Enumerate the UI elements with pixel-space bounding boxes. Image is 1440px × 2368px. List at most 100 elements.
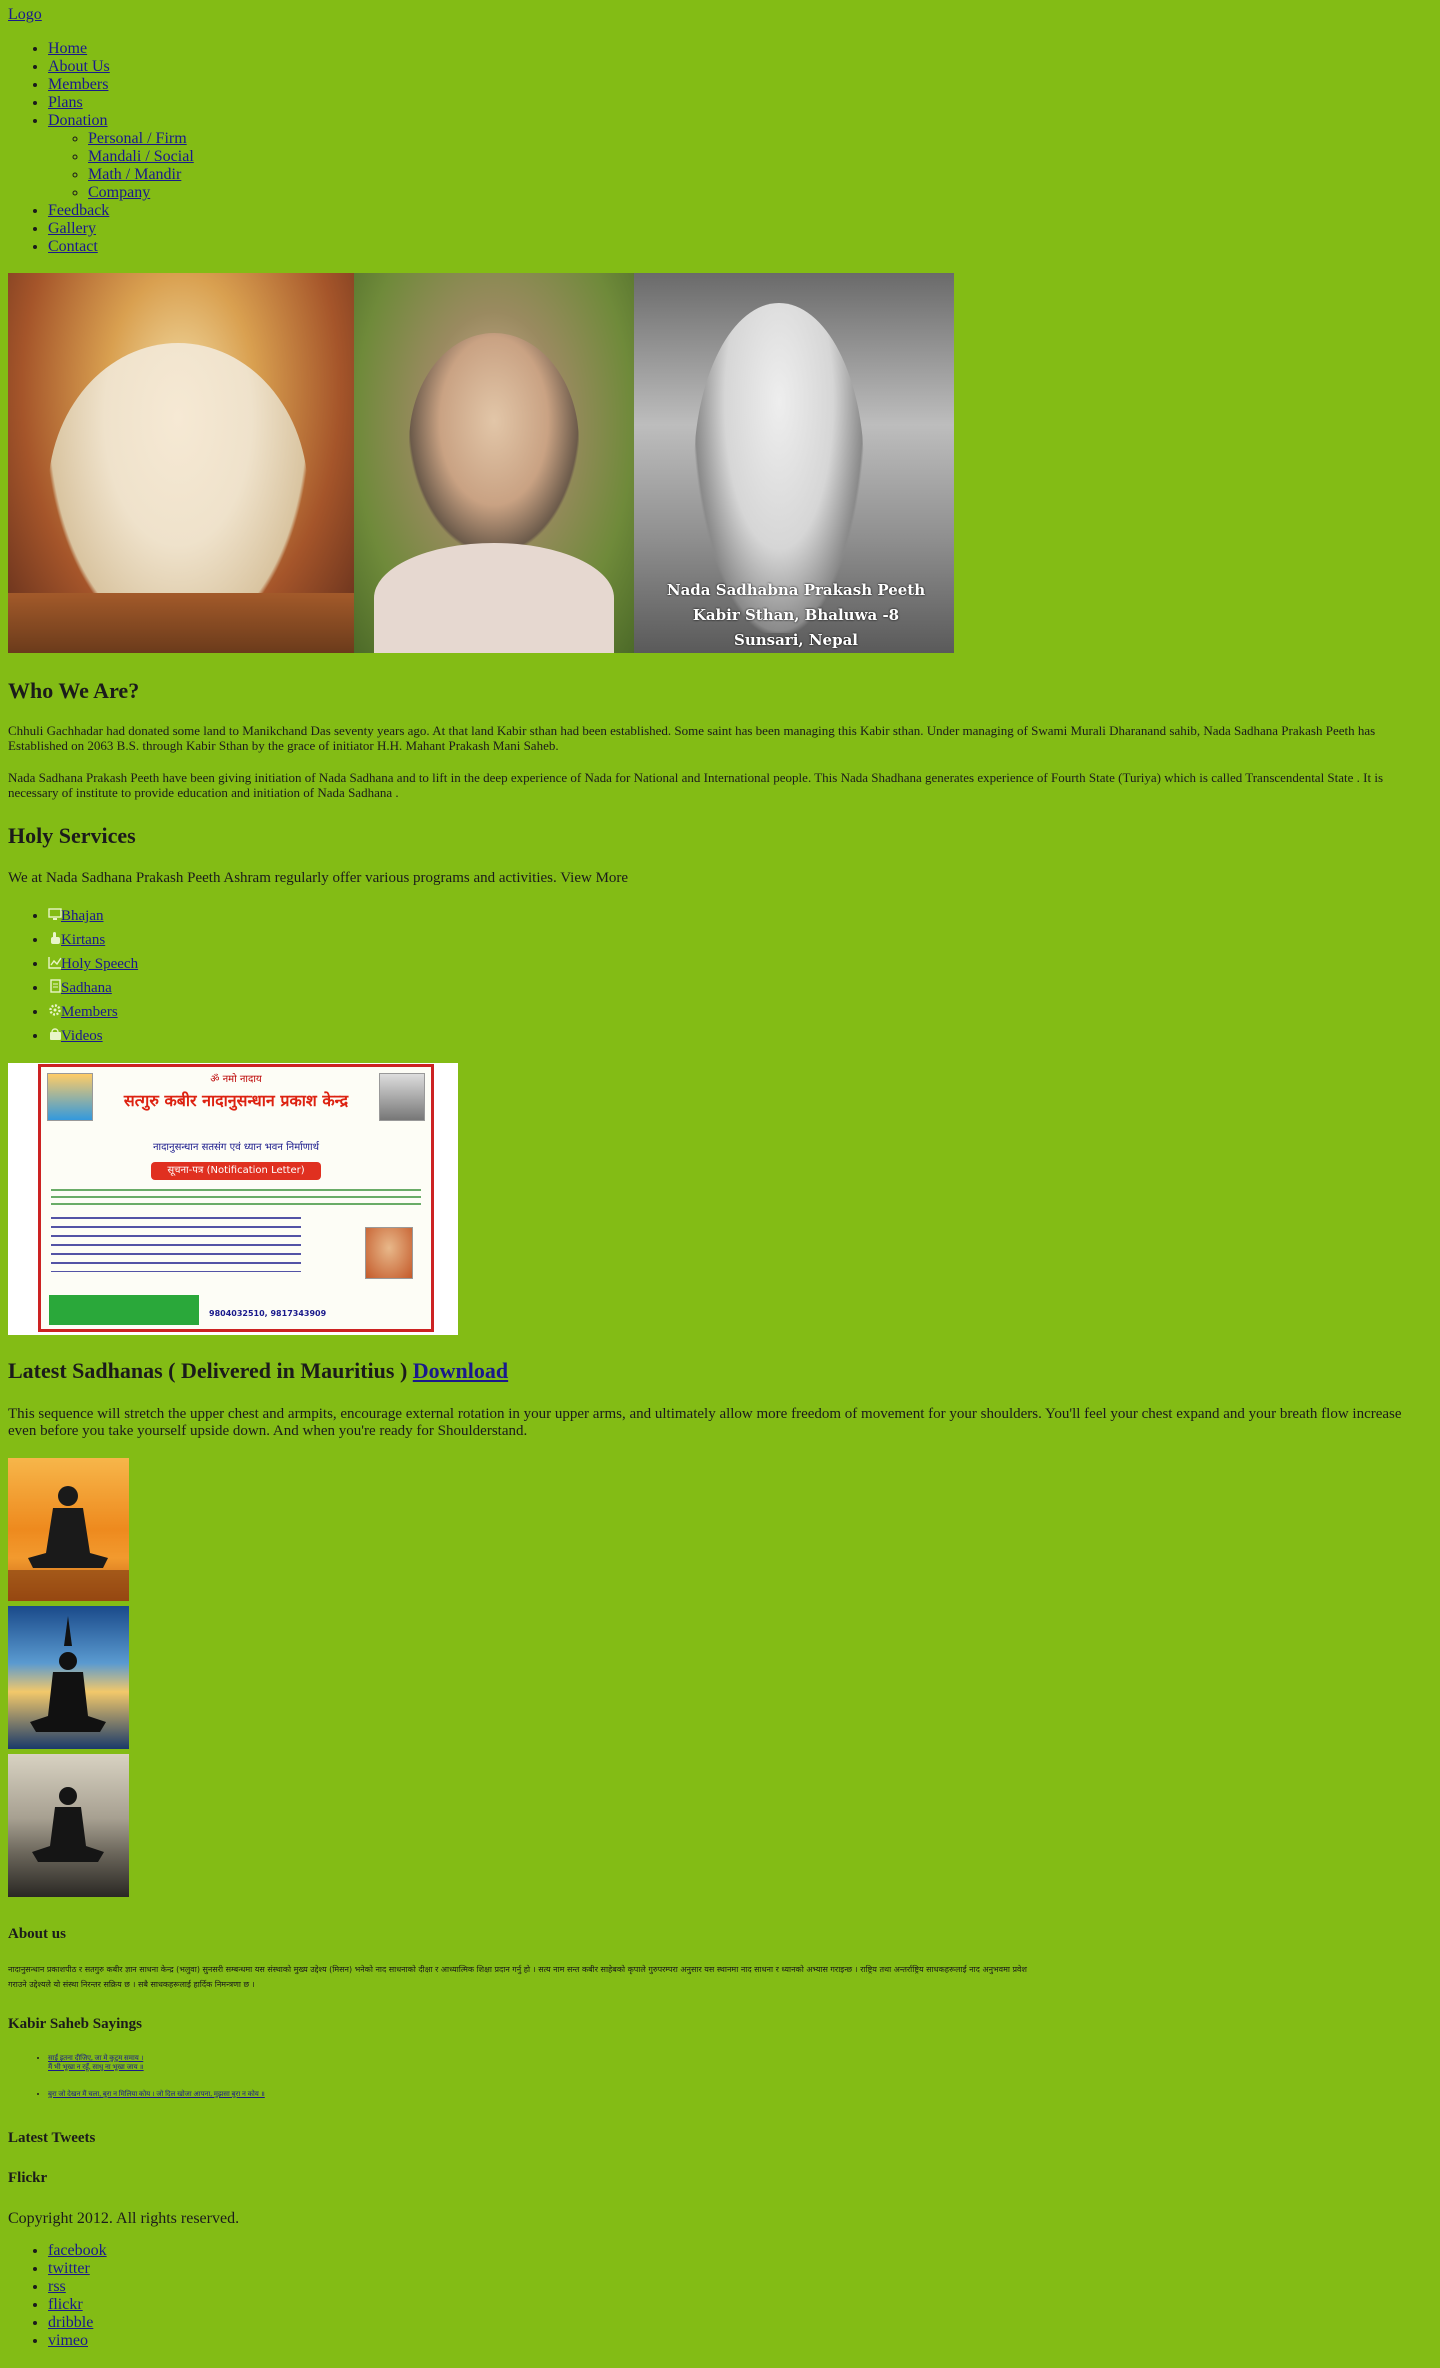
saying-item: साईं इतना दीजिए, जा मे कुटुम समाय ।मैं भ…: [48, 2054, 265, 2072]
rss-link[interactable]: rss: [48, 2278, 66, 2295]
latest-tweets-heading: Latest Tweets: [8, 2130, 96, 2146]
banner-base: [8, 593, 354, 653]
nav-link-about[interactable]: About Us: [48, 58, 110, 75]
saying-line: साईं इतना दीजिए, जा मे कुटुम समाय ।: [48, 2054, 144, 2062]
service-link-members[interactable]: Members: [61, 1004, 118, 1020]
saying-item: बुरा जो देखन मैं चला, बुरा न मिलिया कोय …: [48, 2090, 265, 2099]
who-paragraph-1: Chhuli Gachhadar had donated some land t…: [8, 723, 1376, 753]
nav-link-contact[interactable]: Contact: [48, 238, 98, 255]
saying-link[interactable]: साईं इतना दीजिए, जा मे कुटुम समाय । मैं भ…: [48, 2054, 144, 2071]
twitter-link[interactable]: twitter: [48, 2260, 90, 2277]
notice-founder-photo: [365, 1227, 413, 1279]
submenu-item: Personal / Firm: [88, 130, 194, 148]
meditation-silhouette: [30, 1616, 106, 1732]
banner-panel-portrait: [354, 273, 634, 653]
about-us-text: नादानुसन्धान प्रकाशपीठ र सतगुरु कबीर ज्ञ…: [8, 1965, 1027, 1989]
notice-subtitle: नादानुसन्धान सतसंग एवं ध्यान भवन निर्माण…: [152, 1142, 319, 1153]
nav-item-feedback: Feedback: [48, 202, 194, 220]
social-item: vimeo: [48, 2332, 107, 2350]
service-item: Bhajan: [48, 904, 138, 928]
flickr-link[interactable]: flickr: [48, 2296, 83, 2313]
submenu-item: Math / Mandir: [88, 166, 194, 184]
donation-submenu: Personal / Firm Mandali / Social Math / …: [48, 130, 194, 202]
kabir-sayings-heading: Kabir Saheb Sayings: [8, 2016, 142, 2032]
vimeo-link[interactable]: vimeo: [48, 2332, 88, 2349]
nav-item-gallery: Gallery: [48, 220, 194, 238]
meditation-silhouette: [32, 1787, 104, 1862]
banner-panel-kabir: [8, 273, 354, 653]
flickr-heading: Flickr: [8, 2170, 48, 2186]
notice-frame: ॐ नमो नादाय सत्गुरु कबीर नादानुसन्धान प्…: [38, 1064, 434, 1332]
download-link[interactable]: Download: [413, 1358, 508, 1383]
submenu-link-mandali[interactable]: Mandali / Social: [88, 148, 194, 165]
nav-item-contact: Contact: [48, 238, 194, 256]
notification-letter-image: ॐ नमो नादाय सत्गुरु कबीर नादानुसन्धान प्…: [8, 1063, 458, 1335]
who-we-are-heading: Who We Are?: [8, 678, 140, 703]
banner-panel-guru: Nada Sadhabna Prakash Peeth Kabir Sthan,…: [634, 273, 954, 653]
service-item: Holy Speech: [48, 952, 138, 976]
service-item: Members: [48, 1000, 138, 1024]
service-link-bhajan[interactable]: Bhajan: [61, 908, 104, 924]
copyright-text: Copyright 2012. All rights reserved.: [8, 2210, 240, 2227]
banner-image: Nada Sadhabna Prakash Peeth Kabir Sthan,…: [8, 273, 954, 653]
banner-caption: Nada Sadhabna Prakash Peeth Kabir Sthan,…: [648, 578, 944, 653]
service-item: Kirtans: [48, 928, 138, 952]
submenu-link-personal[interactable]: Personal / Firm: [88, 130, 187, 147]
yoga-thumbnail-3: [8, 1754, 129, 1897]
yoga-thumbnail-2: [8, 1606, 129, 1749]
nav-item-plans: Plans: [48, 94, 194, 112]
nav-link-feedback[interactable]: Feedback: [48, 202, 109, 219]
caption-line: Kabir Sthan, Bhaluwa -8: [692, 606, 900, 624]
notice-text-block: [51, 1189, 421, 1209]
social-item: rss: [48, 2278, 107, 2296]
saying-line: मैं भी भूखा न रहूँ, साधु ना भूखा जाय ॥: [48, 2063, 144, 2071]
nav-item-about: About Us: [48, 58, 194, 76]
dribble-link[interactable]: dribble: [48, 2314, 93, 2331]
holy-services-heading: Holy Services: [8, 823, 136, 848]
bag-icon: [48, 1025, 62, 1040]
submenu-link-company[interactable]: Company: [88, 184, 150, 201]
caption-line: Nada Sadhabna Prakash Peeth: [666, 581, 926, 599]
service-link-sadhana[interactable]: Sadhana: [61, 980, 112, 996]
notice-top: ॐ नमो नादाय: [210, 1074, 262, 1085]
service-link-videos[interactable]: Videos: [61, 1028, 103, 1044]
who-paragraph-2: Nada Sadhana Prakash Peeth have been giv…: [8, 770, 1384, 800]
meditation-silhouette: [8, 1486, 129, 1601]
nav-link-home[interactable]: Home: [48, 40, 87, 57]
notice-image-right: [379, 1073, 425, 1121]
services-intro-text: We at Nada Sadhana Prakash Peeth Ashram …: [8, 870, 557, 886]
social-item: flickr: [48, 2296, 107, 2314]
nav-link-gallery[interactable]: Gallery: [48, 220, 96, 237]
submenu-item: Company: [88, 184, 194, 202]
notice-title: सत्गुरु कबीर नादानुसन्धान प्रकाश केन्द्र: [123, 1091, 349, 1110]
service-link-holy-speech[interactable]: Holy Speech: [61, 956, 138, 972]
figure-shape: [374, 543, 614, 653]
service-item: Sadhana: [48, 976, 138, 1000]
latest-sadhanas-body: This sequence will stretch the upper che…: [8, 1406, 1402, 1439]
about-us-heading: About us: [8, 1926, 66, 1942]
nav-link-members[interactable]: Members: [48, 76, 108, 93]
nav-item-members: Members: [48, 76, 194, 94]
facebook-link[interactable]: facebook: [48, 2242, 107, 2259]
saying-link[interactable]: बुरा जो देखन मैं चला, बुरा न मिलिया कोय …: [48, 2090, 265, 2098]
caption-line: Sunsari, Nepal: [733, 631, 858, 649]
submenu-link-math[interactable]: Math / Mandir: [88, 166, 181, 183]
yoga-thumbnail-1: [8, 1458, 129, 1601]
service-link-kirtans[interactable]: Kirtans: [61, 932, 105, 948]
saying-line: बुरा जो देखन मैं चला, बुरा न मिलिया कोय …: [48, 2090, 265, 2098]
document-icon: [48, 977, 62, 993]
notice-contact-box: [49, 1295, 199, 1325]
nav-link-plans[interactable]: Plans: [48, 94, 83, 111]
nav-link-donation[interactable]: Donation: [48, 112, 108, 129]
social-item: facebook: [48, 2242, 107, 2260]
notice-phone: 9804032510, 9817343909: [209, 1309, 327, 1318]
services-intro: We at Nada Sadhana Prakash Peeth Ashram …: [8, 869, 628, 887]
social-links: facebook twitter rss flickr dribble vime…: [8, 2242, 107, 2350]
notice-points: [51, 1217, 301, 1272]
notice-band-label: सूचना-पत्र (Notification Letter): [151, 1162, 321, 1180]
submenu-item: Mandali / Social: [88, 148, 194, 166]
logo-link[interactable]: Logo: [8, 6, 42, 24]
service-item: Videos: [48, 1024, 138, 1048]
gear-icon: [48, 1001, 62, 1016]
social-item: dribble: [48, 2314, 107, 2332]
